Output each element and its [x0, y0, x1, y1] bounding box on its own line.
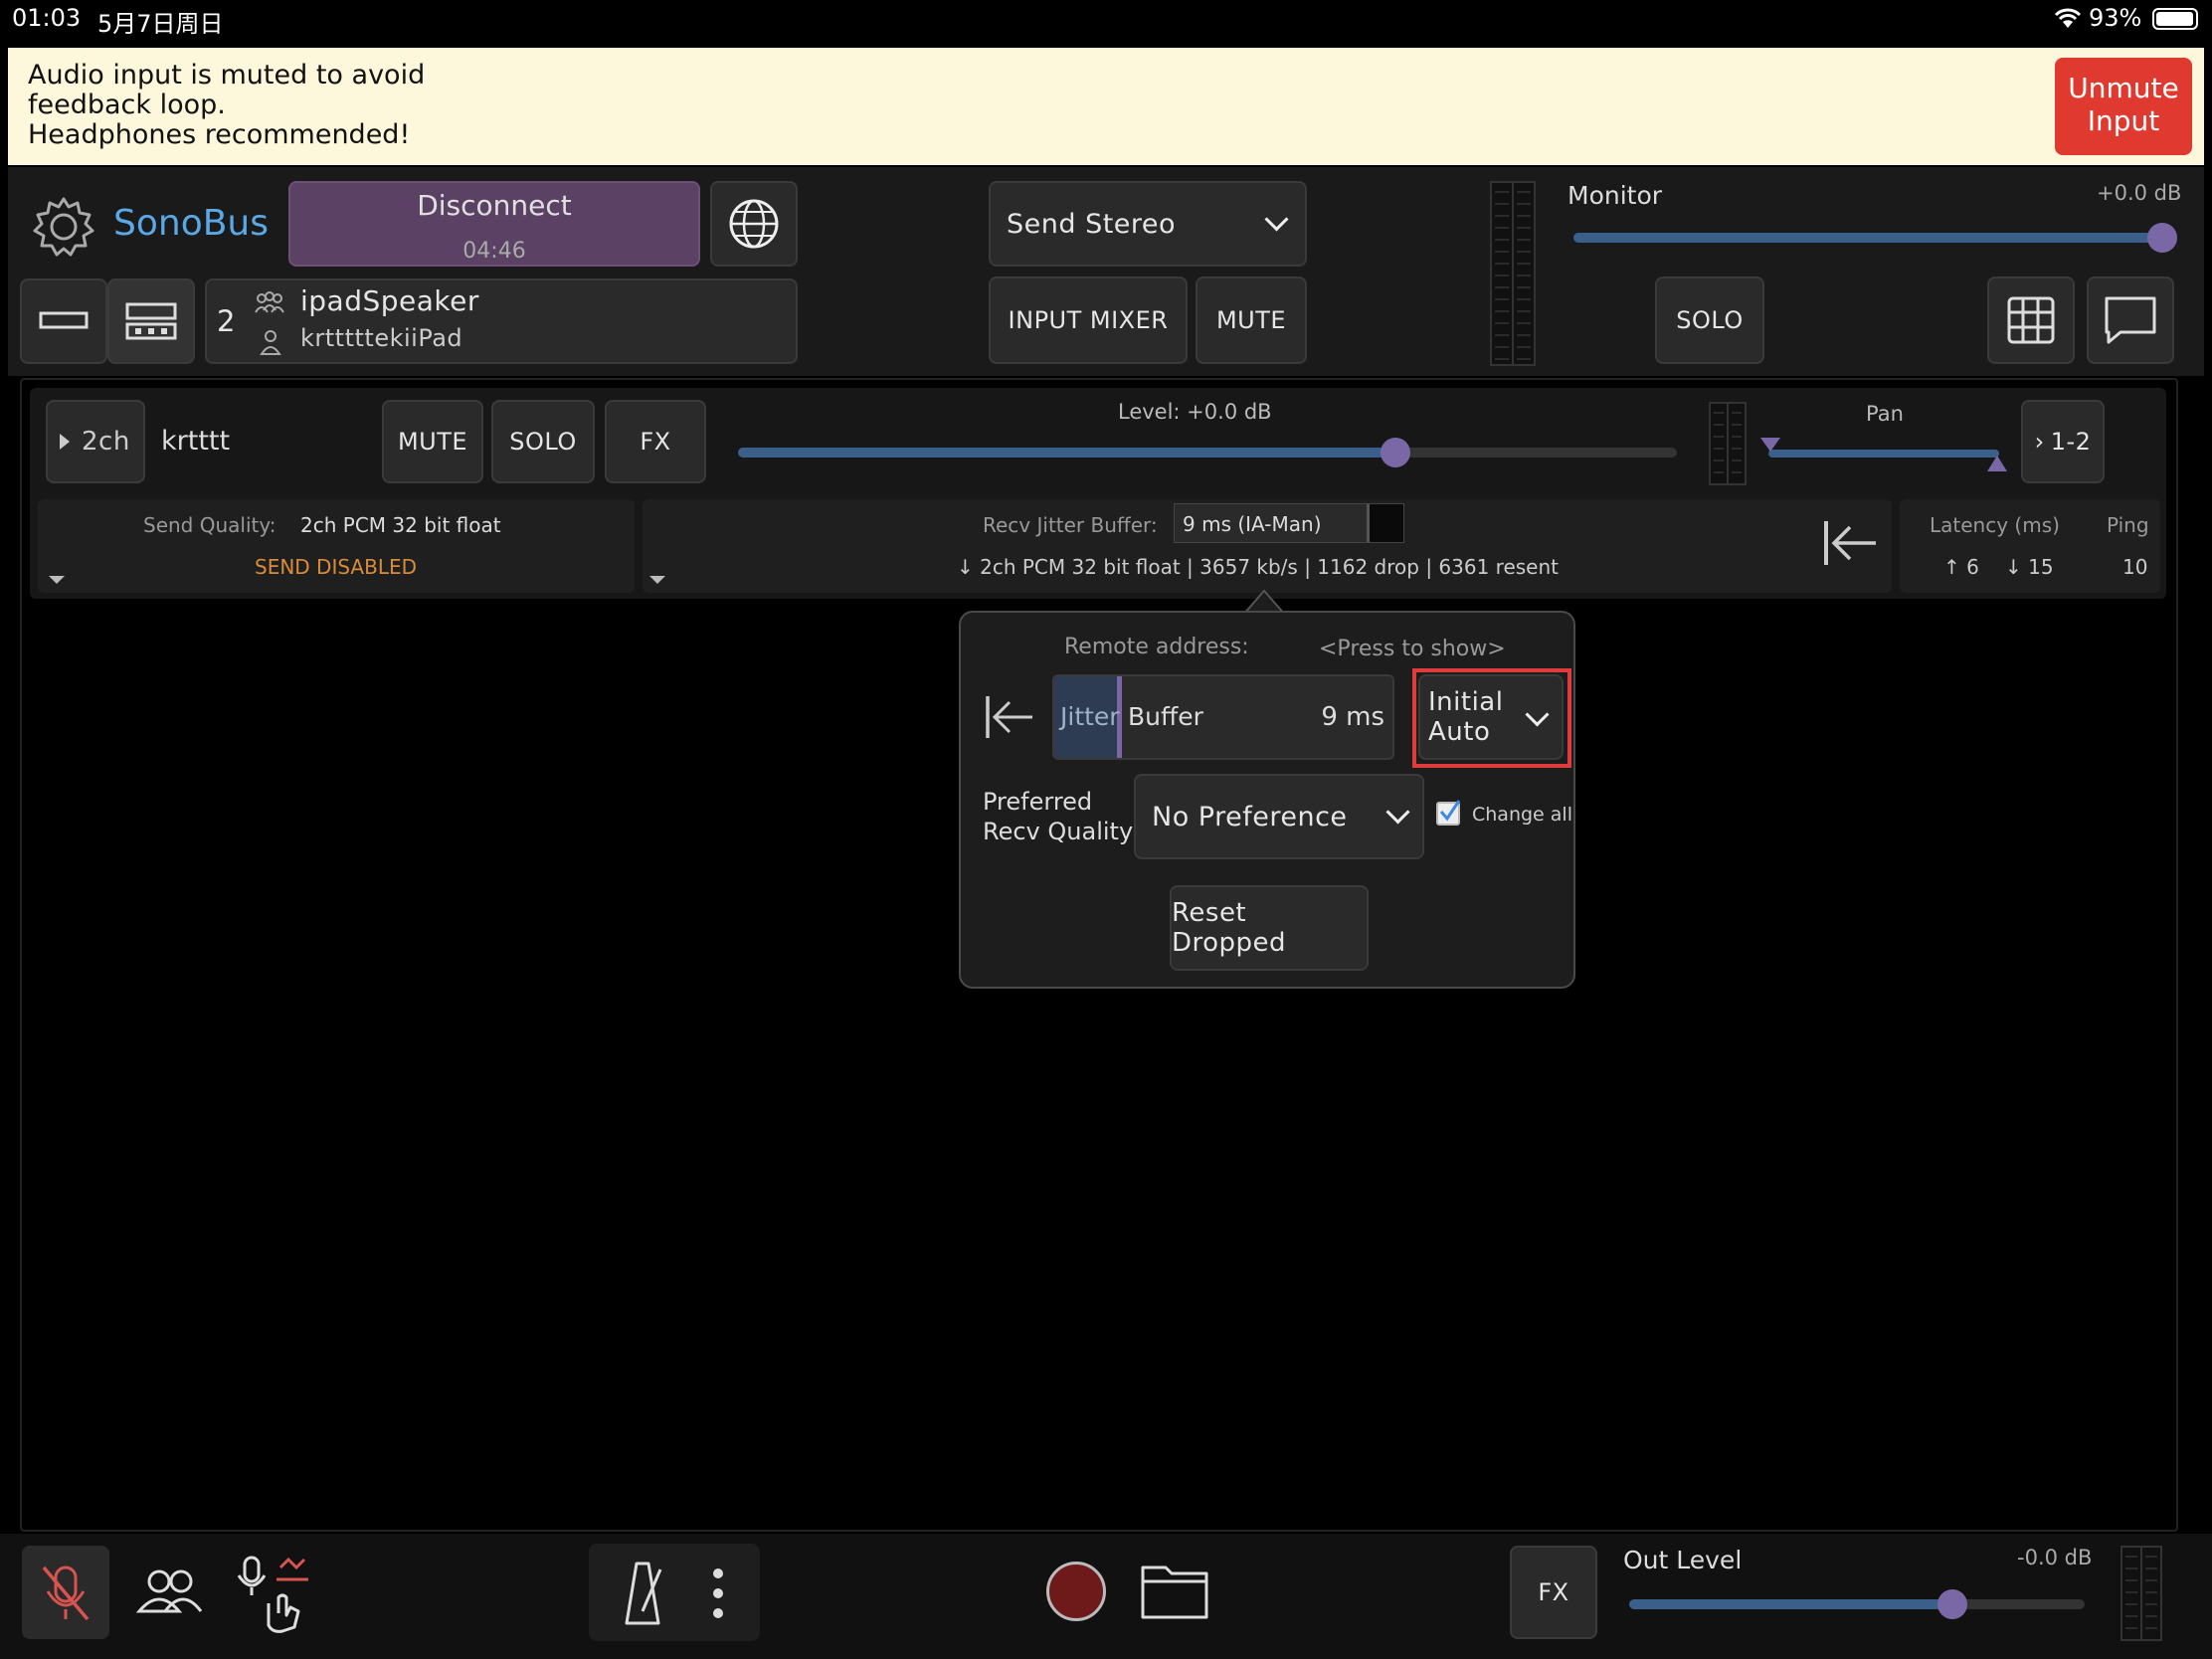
press-to-show-link[interactable]: <Press to show>: [1319, 637, 1506, 661]
user-icon: [260, 330, 281, 355]
status-time: 01:03: [12, 4, 82, 32]
input-level-meter: [1490, 181, 1514, 366]
metronome-button[interactable]: [603, 1556, 682, 1631]
layout-single-button[interactable]: [20, 278, 107, 364]
reset-dropped-button[interactable]: Reset Dropped: [1170, 885, 1369, 971]
input-level-meter-right: [1512, 181, 1536, 366]
mic-gesture-button[interactable]: [233, 1552, 316, 1635]
mic-hand-icon: [237, 1556, 308, 1633]
folder-icon: [1141, 1566, 1208, 1619]
group-info-panel[interactable]: 2 ipadSpeaker krtttttekiiPad: [205, 278, 798, 364]
unmute-label-1: Unmute: [2068, 72, 2179, 104]
app-name: SonoBus: [113, 203, 269, 244]
remote-address-label: Remote address:: [1064, 635, 1249, 659]
grid-icon: [2007, 296, 2055, 344]
banner-line-2: feedback loop.: [28, 90, 226, 120]
multi-row-icon: [125, 302, 177, 340]
out-level-meter-right: [2140, 1546, 2162, 1641]
recv-quality-value: No Preference: [1152, 801, 1348, 832]
change-all-label: Change all: [1472, 804, 1572, 826]
mute-warning-banner: Audio input is muted to avoid feedback l…: [8, 48, 2204, 165]
send-mode-value: Send Stereo: [1007, 208, 1177, 240]
record-button[interactable]: [1046, 1562, 1106, 1621]
monitor-slider-knob[interactable]: [2147, 223, 2177, 253]
people-button[interactable]: [129, 1552, 209, 1631]
grid-view-button[interactable]: [1987, 276, 2075, 364]
more-options-icon[interactable]: [700, 1566, 736, 1621]
disconnect-label: Disconnect: [417, 189, 572, 222]
chat-button[interactable]: [2087, 276, 2174, 364]
solo-button[interactable]: SOLO: [1655, 276, 1764, 364]
mute-button[interactable]: MUTE: [1196, 276, 1307, 364]
chevron-down-icon: [1385, 800, 1410, 825]
group-people-icon: [255, 291, 284, 313]
recv-quality-select[interactable]: No Preference: [1134, 774, 1424, 859]
settings-gear-icon[interactable]: [30, 193, 97, 261]
layout-grid-button[interactable]: [107, 278, 195, 364]
buffer-mode-line-1: Initial: [1428, 687, 1504, 717]
change-all-checkbox[interactable]: [1436, 800, 1461, 826]
jitter-word-1: Jitter: [1060, 702, 1120, 731]
checkmark-icon: [1439, 800, 1461, 822]
group-count: 2: [217, 304, 236, 338]
jitter-buffer-slider[interactable]: Jitter Buffer 9 ms: [1052, 674, 1394, 760]
out-level-db: -0.0 dB: [2017, 1546, 2093, 1569]
jitter-options-popup: Remote address: <Press to show> Jitter B…: [959, 611, 1575, 989]
status-date: 5月7日周日: [97, 10, 224, 38]
banner-line-3: Headphones recommended!: [28, 119, 411, 150]
monitor-slider[interactable]: [1573, 223, 2177, 253]
connection-globe-button[interactable]: [710, 181, 798, 267]
monitor-slider-fill: [1573, 233, 2162, 243]
out-level-slider-fill: [1629, 1599, 1953, 1609]
session-timer: 04:46: [462, 239, 526, 264]
people-icon: [135, 1569, 203, 1613]
unmute-label-2: Input: [2087, 104, 2160, 137]
recordings-folder-button[interactable]: [1140, 1560, 1209, 1621]
input-mixer-button[interactable]: INPUT MIXER: [989, 276, 1188, 364]
globe-icon: [729, 199, 779, 249]
mic-mute-button[interactable]: [22, 1546, 109, 1639]
disconnect-button[interactable]: Disconnect 04:46: [288, 181, 700, 267]
preferred-quality-label-2: Recv Quality: [983, 818, 1134, 845]
user-name: krtttttekiiPad: [300, 324, 463, 352]
metronome-icon: [625, 1562, 662, 1625]
out-level-meter: [2120, 1546, 2142, 1641]
reset-jitter-arrow-icon[interactable]: [985, 694, 1034, 740]
out-level-label: Out Level: [1623, 1546, 1743, 1574]
chevron-down-icon: [1525, 702, 1550, 727]
unmute-input-button[interactable]: Unmute Input: [2055, 58, 2192, 155]
preferred-quality-label-1: Preferred: [983, 788, 1093, 816]
chevron-down-icon: [1264, 207, 1289, 232]
mic-muted-icon: [42, 1566, 90, 1621]
buffer-mode-select[interactable]: Initial Auto: [1418, 674, 1564, 760]
jitter-word-2: Buffer: [1128, 702, 1203, 731]
chat-bubble-icon: [2105, 296, 2156, 344]
group-name: ipadSpeaker: [300, 284, 479, 317]
banner-line-1: Audio input is muted to avoid: [28, 60, 426, 91]
out-fx-button[interactable]: FX: [1510, 1546, 1597, 1639]
single-row-icon: [39, 311, 89, 329]
monitor-label: Monitor: [1567, 181, 1663, 210]
battery-icon: [2152, 8, 2198, 30]
out-level-slider-knob[interactable]: [1937, 1589, 1968, 1619]
battery-percent: 93%: [2089, 4, 2142, 32]
footer-bar: [0, 1534, 2212, 1659]
wifi-icon: [2053, 6, 2083, 30]
monitor-db: +0.0 dB: [2097, 181, 2182, 205]
out-level-slider[interactable]: [1629, 1589, 2085, 1619]
buffer-mode-line-2: Auto: [1428, 717, 1491, 747]
jitter-ms-value: 9 ms: [1321, 702, 1384, 732]
send-mode-select[interactable]: Send Stereo: [989, 181, 1307, 267]
